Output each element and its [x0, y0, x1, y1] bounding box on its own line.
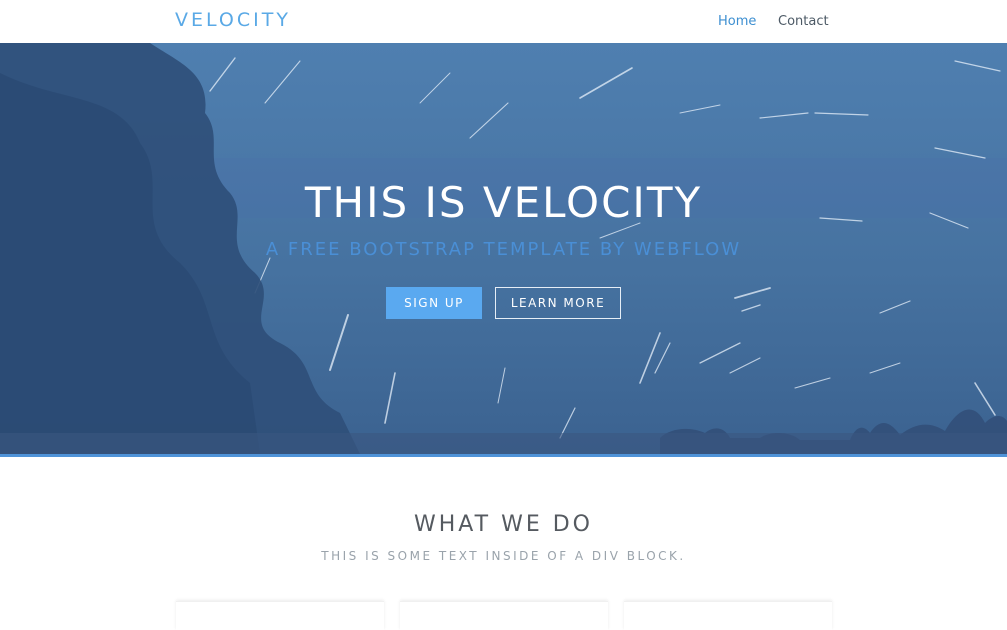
feature-card	[624, 601, 832, 630]
nav-link-contact[interactable]: Contact	[778, 14, 829, 29]
navbar: VELOCITY Home Contact	[0, 0, 1007, 43]
learn-more-button[interactable]: LEARN MORE	[495, 287, 621, 319]
section-title: WHAT WE DO	[414, 512, 593, 537]
sign-up-button[interactable]: SIGN UP	[386, 287, 482, 319]
hero-section: THIS IS VELOCITY A FREE BOOTSTRAP TEMPLA…	[0, 43, 1007, 454]
feature-card	[176, 601, 384, 630]
brand-logo[interactable]: VELOCITY	[175, 9, 291, 31]
feature-card	[400, 601, 608, 630]
nav-link-home[interactable]: Home	[718, 14, 756, 29]
hero-title: THIS IS VELOCITY	[304, 178, 703, 227]
hero-subtitle: A FREE BOOTSTRAP TEMPLATE BY WEBFLOW	[265, 239, 742, 260]
section-text: THIS IS SOME TEXT INSIDE OF A DIV BLOCK.	[321, 549, 686, 563]
hero-divider	[0, 454, 1007, 457]
